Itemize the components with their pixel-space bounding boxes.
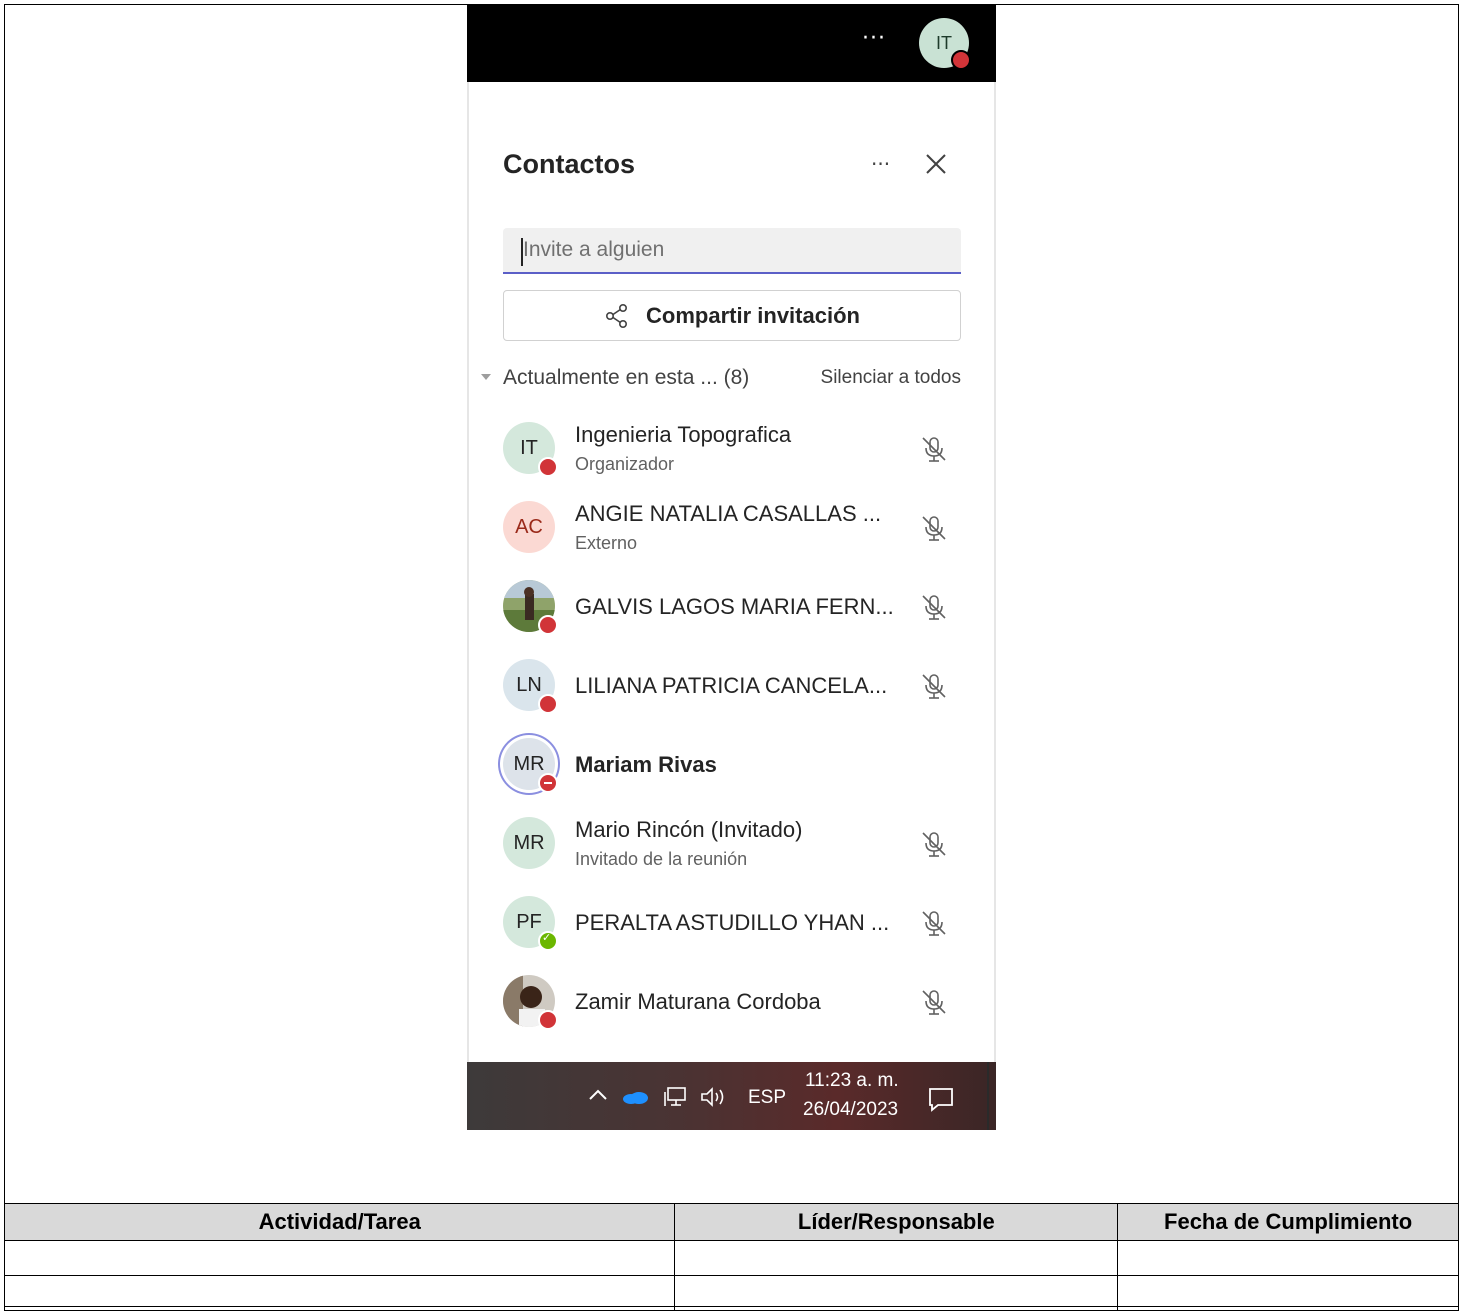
invite-search-input[interactable] [503, 228, 961, 274]
avatar: MR [503, 738, 558, 793]
notification-center-icon[interactable] [927, 1086, 955, 1112]
table-row [3, 1275, 1459, 1311]
busy-status-dot [538, 1010, 558, 1030]
section-label: Actualmente en esta ... (8) [503, 366, 750, 389]
busy-status-dot [538, 615, 558, 635]
participant-row[interactable]: PF PERALTA ASTUDILLO YHAN ... [467, 892, 996, 962]
participant-name: PERALTA ASTUDILLO YHAN ... [575, 910, 890, 935]
avatar: AC [503, 501, 555, 553]
participant-name: LILIANA PATRICIA CANCELA... [575, 673, 888, 698]
table-cell[interactable] [3, 1275, 676, 1311]
mic-muted-icon[interactable] [919, 434, 949, 464]
table-header-row: Actividad/Tarea Líder/Responsable Fecha … [3, 1203, 1459, 1241]
avatar-photo [503, 975, 558, 1030]
share-icon [606, 303, 628, 328]
more-options-icon[interactable]: ··· [862, 26, 886, 51]
avatar-initials: AC [515, 515, 543, 538]
participant-name: Zamir Maturana Cordoba [575, 989, 821, 1014]
avatar-initials: PF [516, 910, 542, 933]
teams-top-bar: ··· IT [467, 4, 996, 82]
avatar: PF [503, 896, 558, 951]
clock-time[interactable]: 11:23 a. m. [805, 1070, 899, 1092]
avatar: MR [503, 817, 555, 869]
table-cell[interactable] [3, 1240, 676, 1276]
busy-status-dot [951, 50, 971, 70]
show-hidden-icons-icon[interactable] [587, 1086, 609, 1102]
table-cell[interactable] [674, 1240, 1119, 1276]
participant-row[interactable]: AC ANGIE NATALIA CASALLAS ... Externo [467, 497, 996, 567]
available-status-dot [538, 931, 558, 951]
busy-status-dot [538, 694, 558, 714]
mic-muted-icon[interactable] [919, 592, 949, 622]
panel-more-icon[interactable]: ··· [871, 152, 890, 176]
participant-name: Ingenieria Topografica [575, 422, 792, 447]
participant-name: ANGIE NATALIA CASALLAS ... [575, 501, 882, 526]
show-desktop-edge[interactable] [987, 1062, 989, 1130]
table-cell[interactable] [1117, 1275, 1459, 1311]
participant-role: Externo [575, 533, 638, 553]
do-not-disturb-status-dot [538, 773, 558, 793]
participant-row[interactable]: IT Ingenieria Topografica Organizador [467, 418, 996, 488]
mic-muted-icon[interactable] [919, 829, 949, 859]
participant-row[interactable]: MR Mariam Rivas [467, 734, 996, 804]
mic-muted-icon[interactable] [919, 671, 949, 701]
mic-muted-icon[interactable] [919, 513, 949, 543]
onedrive-icon[interactable] [621, 1090, 649, 1104]
participants-section-header[interactable]: Actualmente en esta ... (8) Silenciar a … [481, 366, 961, 396]
participant-row[interactable]: LN LILIANA PATRICIA CANCELA... [467, 655, 996, 725]
volume-icon[interactable] [699, 1086, 727, 1108]
participant-name: Mariam Rivas [575, 752, 717, 777]
avatar-initials: LN [516, 673, 542, 696]
table-cell[interactable] [674, 1275, 1119, 1311]
share-invitation-label: Compartir invitación [646, 302, 860, 328]
avatar-initials: MR [513, 831, 545, 854]
teams-screenshot: ··· IT Contactos ··· Compartir invitació… [467, 4, 996, 1130]
clock-date[interactable]: 26/04/2023 [803, 1099, 898, 1121]
user-avatar-initials: IT [936, 32, 952, 53]
header-due-date: Fecha de Cumplimiento [1117, 1203, 1459, 1241]
header-activity: Actividad/Tarea [3, 1203, 676, 1241]
participant-row[interactable]: MR Mario Rincón (Invitado) Invitado de l… [467, 813, 996, 883]
mic-muted-icon[interactable] [919, 987, 949, 1017]
windows-taskbar: ESP 11:23 a. m. 26/04/2023 [467, 1062, 996, 1130]
panel-title: Contactos [503, 149, 636, 179]
text-caret [521, 238, 523, 266]
network-icon[interactable] [663, 1086, 687, 1108]
avatar: IT [503, 422, 558, 477]
mute-all-button[interactable]: Silenciar a todos [821, 367, 961, 389]
participant-role: Invitado de la reunión [575, 849, 748, 869]
mic-muted-icon[interactable] [919, 908, 949, 938]
table-cell[interactable] [1117, 1240, 1459, 1276]
participant-name: Mario Rincón (Invitado) [575, 817, 803, 842]
table-row [3, 1240, 1459, 1276]
language-indicator[interactable]: ESP [748, 1087, 786, 1109]
header-responsible: Líder/Responsable [674, 1203, 1119, 1241]
avatar-photo [503, 580, 558, 635]
participant-role: Organizador [575, 454, 675, 474]
participant-row[interactable]: Zamir Maturana Cordoba [467, 971, 996, 1041]
participant-row[interactable]: GALVIS LAGOS MARIA FERN... [467, 576, 996, 646]
share-invitation-button[interactable]: Compartir invitación [503, 290, 961, 341]
participant-name: GALVIS LAGOS MARIA FERN... [575, 594, 894, 619]
tasks-table: Actividad/Tarea Líder/Responsable Fecha … [3, 1203, 1459, 1311]
busy-status-dot [538, 457, 558, 477]
avatar-initials: MR [513, 752, 545, 775]
avatar: LN [503, 659, 558, 714]
avatar-initials: IT [520, 436, 538, 459]
user-avatar[interactable]: IT [919, 18, 971, 70]
collapse-caret-icon[interactable] [481, 374, 491, 380]
close-icon[interactable] [922, 150, 950, 178]
